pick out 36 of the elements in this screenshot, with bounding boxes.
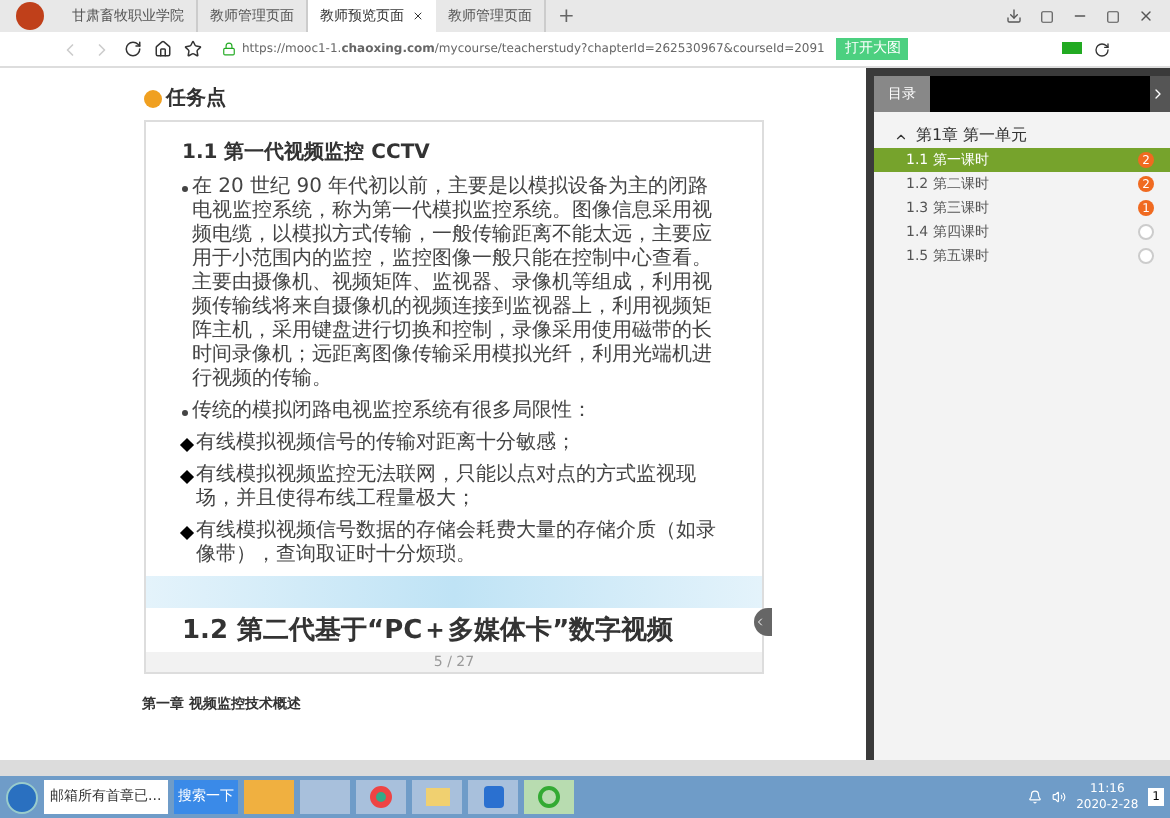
slide-paragraph: 有线模拟视频信号数据的存储会耗费大量的存储介质（如录像带），查询取证时十分烦琐。 — [196, 520, 718, 568]
slide-paragraph: 在 20 世纪 90 年代初以前，主要是以模拟设备为主的闭路电视监控系统，称为第一代模拟监控系统。图像信息采用视频电缆，以模拟方式传输，一般传输距离不能太远，主要应用于小范围内的监控，监控图像一般只能在控制中心查看。主要由摄像机、视频矩阵、监视器、录像机等组成，利用视频传输线将来自摄像机的视频连接到监视器上，利用视频矩阵主机，采用键盘进行切换和控制，录像采用使用磁带的长时间录像机；远距离图像传输采用模拟光纤，利用光端机进行视频的传输。 — [192, 176, 714, 392]
diamond-bullet-icon — [179, 469, 195, 485]
maximize-icon[interactable] — [1106, 9, 1120, 23]
slide-paragraph: 有线模拟视频监控无法联网，只能以点对点的方式监视现场，并且使得布线工程量极大； — [196, 464, 698, 512]
restore-icon[interactable] — [1040, 9, 1054, 23]
collapse-caret-icon[interactable] — [894, 129, 908, 143]
lock-icon — [222, 42, 236, 56]
battery-icon[interactable] — [1062, 41, 1082, 53]
browser-app-icon[interactable] — [356, 780, 406, 814]
slide-heading: 1.1 第一代视频监控 CCTV — [182, 139, 432, 168]
close-icon[interactable] — [1138, 8, 1154, 24]
volume-icon[interactable] — [1052, 790, 1067, 804]
diamond-bullet-icon — [179, 525, 195, 541]
slide-next-heading: 1.2 第二代基于“PC＋多媒体卡”数字视频 — [182, 613, 674, 650]
chevron-left-icon — [754, 616, 766, 628]
new-tab-button[interactable]: + — [546, 1, 587, 31]
star-icon[interactable] — [184, 40, 202, 58]
diamond-bullet-icon — [179, 437, 195, 453]
start-button[interactable] — [6, 781, 38, 813]
section-title: 任务点 — [166, 85, 226, 114]
office-app-icon[interactable] — [468, 780, 518, 814]
chapter-item[interactable]: 第1章 第一单元 — [916, 124, 1028, 148]
reload-icon[interactable] — [124, 40, 142, 58]
collapse-button[interactable] — [754, 608, 772, 636]
home-icon[interactable] — [154, 40, 172, 58]
bullet-icon — [182, 410, 188, 416]
close-icon[interactable] — [412, 10, 424, 22]
bullet-icon — [182, 186, 188, 192]
chevron-right-icon — [1150, 86, 1166, 102]
expand-button[interactable] — [1150, 76, 1170, 112]
slide-paragraph: 有线模拟视频信号的传输对距离十分敏感； — [196, 432, 576, 456]
download-icon[interactable] — [1006, 8, 1022, 24]
bell-icon[interactable] — [1028, 790, 1043, 804]
browser-logo-icon[interactable] — [16, 2, 44, 30]
slide-paragraph: 传统的模拟闭路电视监控系统有很多局限性： — [192, 400, 592, 424]
